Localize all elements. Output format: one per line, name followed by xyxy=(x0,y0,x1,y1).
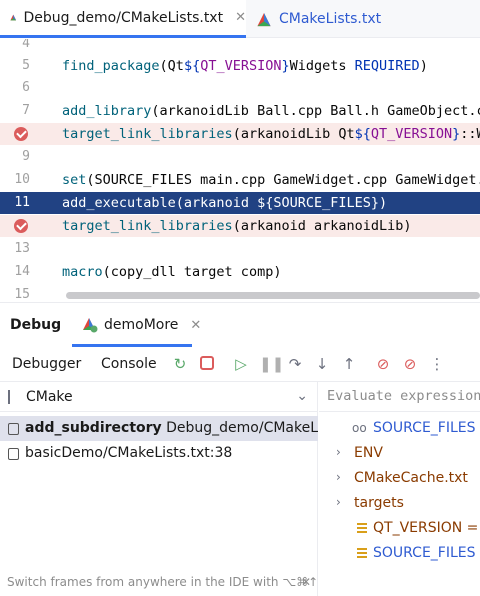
more-options-icon[interactable]: ⋮ xyxy=(428,355,446,373)
tab-cmakelists[interactable]: CMakeLists.txt xyxy=(246,0,446,38)
tab-console[interactable]: Console xyxy=(101,356,157,372)
variable-icon xyxy=(357,548,367,560)
line-number: 13 xyxy=(14,241,30,256)
breakpoint-icon[interactable] xyxy=(14,219,28,233)
watch-glasses-icon: oo xyxy=(352,421,367,435)
variable-name: ENV xyxy=(354,445,383,461)
code-text: macro(copy_dll target comp) xyxy=(62,264,282,280)
breakpoint-icon[interactable] xyxy=(14,127,28,141)
stop-icon[interactable] xyxy=(198,355,216,373)
tab-label: Debug_demo/CMakeLists.txt xyxy=(23,9,224,26)
code-line: 5 find_package(Qt${QT_VERSION}Widgets RE… xyxy=(0,55,480,77)
close-hint-icon[interactable]: ✕ xyxy=(301,575,311,589)
chevron-right-icon[interactable]: › xyxy=(336,470,341,484)
variable-row[interactable]: SOURCE_FILES = xyxy=(319,541,480,566)
variable-name: SOURCE_FILES = xyxy=(373,420,480,436)
code-text: target_link_libraries(arkanoid arkanoidL… xyxy=(62,218,412,234)
code-line: 4 xyxy=(0,39,480,55)
code-line-current: 11 add_executable(arkanoid ${SOURCE_FILE… xyxy=(0,192,480,214)
pause-icon[interactable]: ❚❚ xyxy=(259,355,284,373)
line-number: 14 xyxy=(14,264,30,279)
thread-selector[interactable]: CMake ⌄ xyxy=(0,382,318,412)
frame-location: Debug_demo/CMakeLists.txt xyxy=(166,420,318,436)
frame-icon xyxy=(8,448,19,460)
line-number: 10 xyxy=(14,172,30,187)
code-line: 13 xyxy=(0,238,480,260)
tab-label: CMakeLists.txt xyxy=(279,11,382,27)
frame-item[interactable]: add_subdirectory Debug_demo/CMakeLists.t… xyxy=(0,416,318,441)
code-line: 9 xyxy=(0,146,480,168)
code-line-breakpoint: target_link_libraries(arkanoid arkanoidL… xyxy=(0,215,480,237)
variable-icon xyxy=(357,523,367,535)
variable-name: targets xyxy=(354,495,404,511)
close-tab-icon[interactable]: ✕ xyxy=(190,318,201,333)
hint-text: Switch frames from anywhere in the IDE w… xyxy=(7,575,318,589)
code-text: target_link_libraries(arkanoidLib Qt${QT… xyxy=(62,126,480,142)
code-text: set(SOURCE_FILES main.cpp GameWidget.cpp… xyxy=(62,172,480,188)
debug-title: Debug xyxy=(10,317,62,333)
tab-debugger[interactable]: Debugger xyxy=(12,356,81,372)
view-breakpoints-icon[interactable]: ⊘ xyxy=(374,355,392,373)
frames-panel: CMake ⌄ add_subdirectory Debug_demo/CMak… xyxy=(0,382,318,596)
close-tab-icon[interactable]: ✕ xyxy=(235,10,246,25)
cmake-icon xyxy=(10,14,17,21)
config-tab-label: demoMore xyxy=(104,317,179,333)
code-line: 10 set(SOURCE_FILES main.cpp GameWidget.… xyxy=(0,169,480,191)
switch-frames-hint: Switch frames from anywhere in the IDE w… xyxy=(0,569,318,596)
step-into-icon[interactable]: ↓ xyxy=(313,355,331,373)
thread-icon xyxy=(8,390,20,404)
code-line-breakpoint: target_link_libraries(arkanoidLib Qt${QT… xyxy=(0,123,480,145)
resume-icon[interactable]: ▷ xyxy=(232,355,250,373)
code-line: 7 add_library(arkanoidLib Ball.cpp Ball.… xyxy=(0,100,480,122)
code-text: find_package(Qt${QT_VERSION}Widgets REQU… xyxy=(62,58,428,74)
step-out-icon[interactable]: ↑ xyxy=(340,355,358,373)
cmake-debug-icon xyxy=(83,318,98,333)
code-text: add_executable(arkanoid ${SOURCE_FILES}) xyxy=(62,195,388,211)
variable-row[interactable]: › targets xyxy=(319,491,480,516)
line-number: 11 xyxy=(14,195,30,210)
horizontal-scrollbar[interactable] xyxy=(66,292,480,299)
debugger-toolbar: Debugger Console ↻ ▷ ❚❚ ↷ ↓ ↑ ⊘ ⊘ ⋮ xyxy=(0,346,480,382)
tab-debug-demo-cmakelists[interactable]: Debug_demo/CMakeLists.txt ✕ xyxy=(0,0,246,38)
mute-breakpoints-icon[interactable]: ⊘ xyxy=(401,355,419,373)
variable-name: CMakeCache.txt xyxy=(354,470,468,486)
thread-label: CMake xyxy=(26,389,73,405)
frame-function: add_subdirectory xyxy=(25,420,162,436)
variables-panel: Evaluate expression oo SOURCE_FILES = › … xyxy=(319,382,480,596)
line-number: 15 xyxy=(14,287,30,302)
frame-location: basicDemo/CMakeLists.txt:38 xyxy=(25,445,233,461)
variable-name: SOURCE_FILES = xyxy=(373,545,480,561)
variable-name: QT_VERSION = "6 xyxy=(373,520,480,536)
frame-item[interactable]: basicDemo/CMakeLists.txt:38 xyxy=(0,441,318,466)
variable-row[interactable]: QT_VERSION = "6 xyxy=(319,516,480,541)
line-number: 5 xyxy=(22,58,30,73)
code-text: add_library(arkanoidLib Ball.cpp Ball.h … xyxy=(62,103,480,119)
line-number: 4 xyxy=(22,39,30,51)
frame-icon xyxy=(8,423,19,435)
cmake-icon xyxy=(257,12,271,26)
variable-row[interactable]: oo SOURCE_FILES = xyxy=(319,416,480,441)
chevron-right-icon[interactable]: › xyxy=(336,495,341,509)
chevron-right-icon[interactable]: › xyxy=(336,445,341,459)
line-number: 6 xyxy=(22,80,30,95)
step-over-icon[interactable]: ↷ xyxy=(286,355,304,373)
tab-demomore[interactable]: demoMore ✕ xyxy=(82,317,201,333)
rerun-icon[interactable]: ↻ xyxy=(171,355,189,373)
code-line: 6 xyxy=(0,77,480,99)
line-number: 9 xyxy=(22,149,30,164)
line-number: 7 xyxy=(22,103,30,118)
debug-tool-window-header: Debug demoMore ✕ xyxy=(0,302,480,347)
code-editor[interactable]: 4 5 find_package(Qt${QT_VERSION}Widgets … xyxy=(0,39,480,302)
chevron-down-icon: ⌄ xyxy=(296,388,308,404)
editor-tab-bar: Debug_demo/CMakeLists.txt ✕ CMakeLists.t… xyxy=(0,0,480,38)
variable-row[interactable]: › ENV xyxy=(319,441,480,466)
evaluate-expression-input[interactable]: Evaluate expression xyxy=(319,382,480,412)
variable-row[interactable]: › CMakeCache.txt xyxy=(319,466,480,491)
code-line: 14 macro(copy_dll target comp) xyxy=(0,261,480,283)
